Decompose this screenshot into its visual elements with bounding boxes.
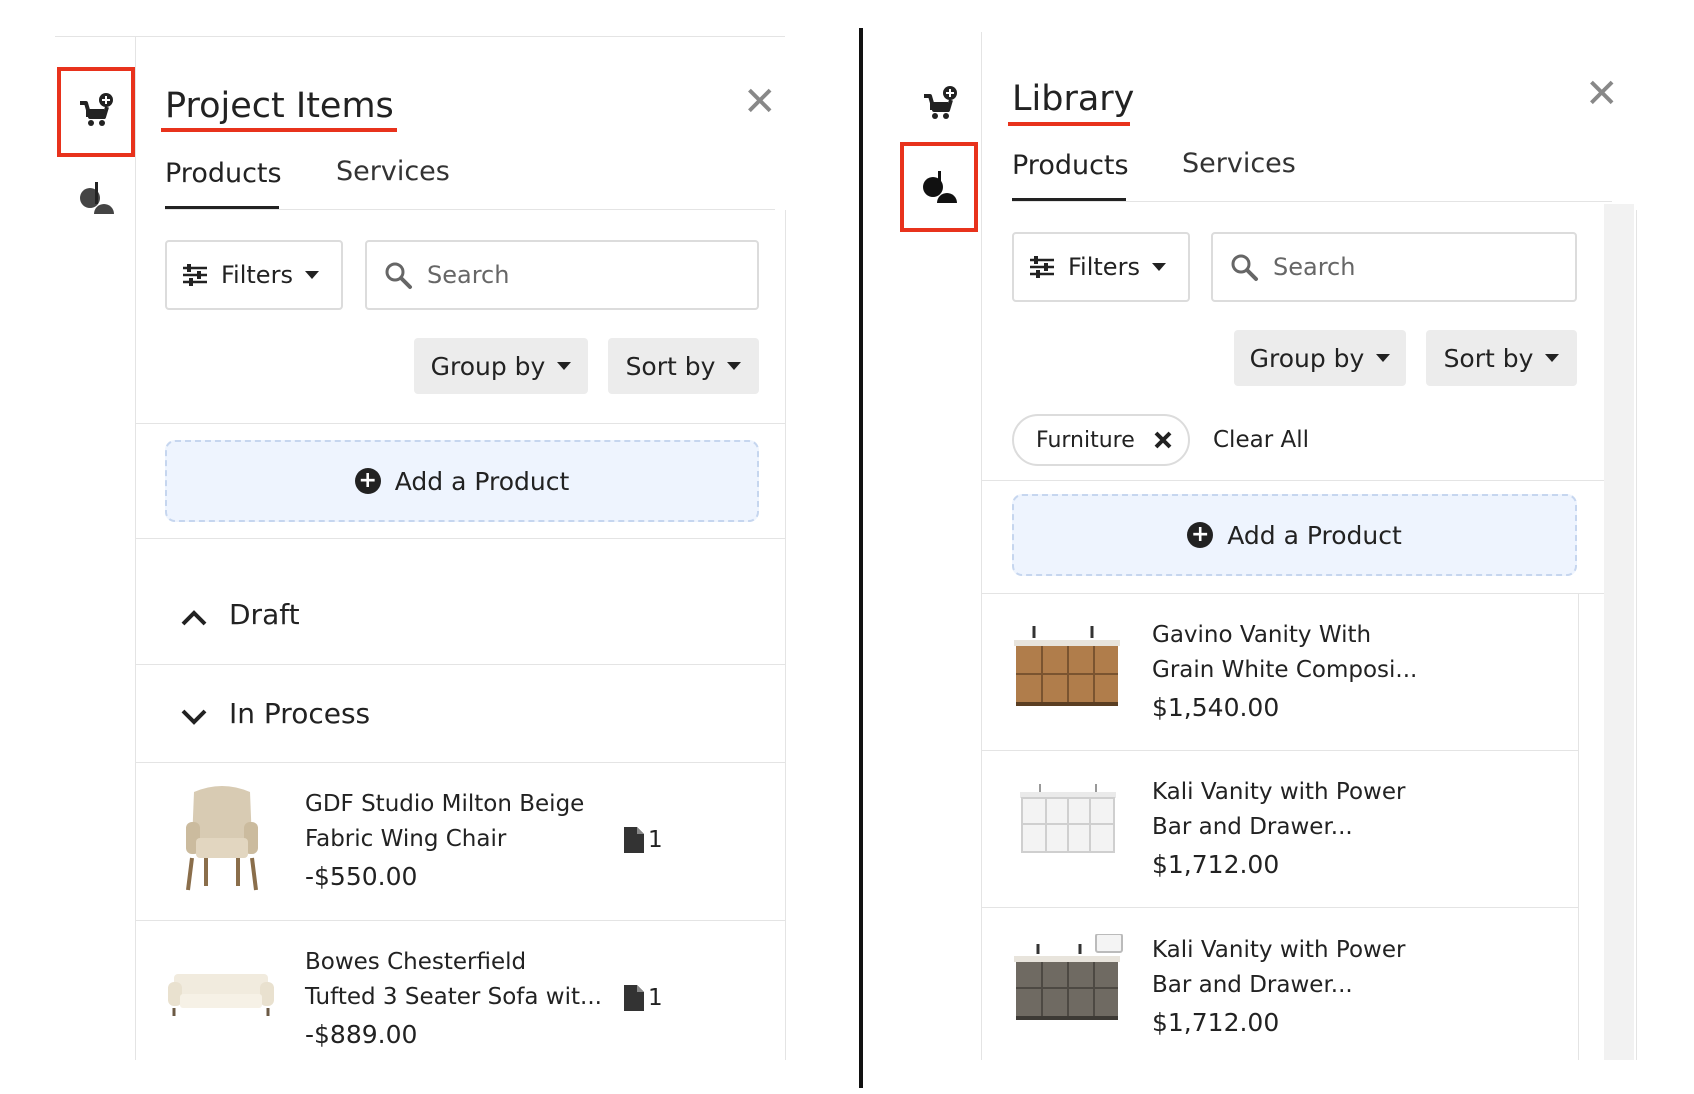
tabs-divider	[1012, 201, 1612, 202]
tab-services[interactable]: Services	[1182, 148, 1296, 179]
chevron-down-icon	[304, 271, 319, 279]
search-icon	[385, 262, 412, 289]
product-thumbnail	[1014, 626, 1120, 706]
product-price: -$550.00	[305, 862, 418, 891]
group-by-button[interactable]: Group by	[414, 338, 588, 394]
search-icon	[1231, 254, 1258, 281]
panel-separator	[859, 28, 863, 1088]
product-name-line2: Fabric Wing Chair	[305, 826, 507, 852]
close-icon[interactable]: ✕	[1585, 74, 1619, 114]
section-divider	[136, 762, 785, 763]
chevron-down-icon	[181, 709, 207, 725]
search-input[interactable]: Search	[1211, 232, 1577, 302]
filters-button[interactable]: Filters	[165, 240, 343, 310]
sort-by-button[interactable]: Sort by	[608, 338, 759, 394]
filters-label: Filters	[1068, 253, 1140, 281]
left-rail-border	[135, 36, 136, 1060]
page-title: Project Items	[165, 86, 394, 126]
product-price: $1,712.00	[1152, 1008, 1280, 1037]
paint-shapes-icon[interactable]	[74, 176, 118, 220]
clear-all-link[interactable]: Clear All	[1213, 427, 1309, 453]
filters-label: Filters	[221, 261, 293, 289]
product-name-line1: Kali Vanity with Power	[1152, 779, 1406, 805]
paint-shapes-icon[interactable]	[917, 165, 961, 209]
group-by-button[interactable]: Group by	[1234, 330, 1406, 386]
product-name-line2: Bar and Drawer...	[1152, 972, 1353, 998]
sort-by-label: Sort by	[1443, 343, 1534, 373]
list-right-border	[1578, 594, 1579, 1060]
item-divider	[136, 920, 785, 921]
tab-products[interactable]: Products	[1012, 150, 1129, 181]
chevron-down-icon	[1376, 354, 1391, 362]
product-price: $1,540.00	[1152, 693, 1280, 722]
cart-add-icon[interactable]	[74, 89, 118, 133]
add-product-button[interactable]: + Add a Product	[165, 440, 759, 522]
section-divider	[136, 664, 785, 665]
add-product-button[interactable]: + Add a Product	[1012, 494, 1577, 576]
chevron-down-icon	[1151, 263, 1166, 271]
product-thumbnail	[168, 974, 274, 1016]
item-divider	[982, 907, 1578, 908]
product-name-line1: Gavino Vanity With	[1152, 622, 1372, 648]
sliders-icon	[1030, 256, 1054, 278]
tab-services[interactable]: Services	[336, 156, 450, 187]
document-count-value: 1	[648, 985, 663, 1011]
sort-by-label: Sort by	[625, 351, 716, 381]
right-edge-border	[1636, 210, 1637, 1060]
close-icon[interactable]	[1153, 430, 1173, 450]
toolbar-divider	[982, 480, 1604, 481]
document-count-value: 1	[648, 827, 663, 853]
filter-chip-furniture[interactable]: Furniture	[1012, 414, 1190, 466]
cart-add-icon[interactable]	[918, 82, 962, 126]
document-icon	[624, 985, 644, 1011]
chevron-up-icon	[181, 610, 207, 626]
tabs-divider	[165, 209, 775, 210]
section-label: Draft	[229, 598, 300, 631]
product-price: $1,712.00	[1152, 850, 1280, 879]
chevron-down-icon	[1545, 354, 1560, 362]
chevron-down-icon	[727, 362, 742, 370]
product-name-line2: Bar and Drawer...	[1152, 814, 1353, 840]
add-divider	[136, 538, 785, 539]
chip-label: Furniture	[1036, 427, 1135, 453]
product-thumbnail	[186, 786, 258, 891]
left-panel-right-border	[785, 210, 786, 1060]
add-divider	[982, 593, 1604, 594]
title-underline	[1008, 122, 1130, 126]
scrollbar[interactable]	[1604, 204, 1634, 1060]
document-count[interactable]: 1	[624, 985, 663, 1011]
left-top-border	[55, 36, 785, 37]
product-name-line1: Bowes Chesterfield	[305, 949, 527, 975]
product-name-line1: Kali Vanity with Power	[1152, 937, 1406, 963]
document-count[interactable]: 1	[624, 827, 663, 853]
chevron-down-icon	[557, 362, 572, 370]
title-underline	[161, 128, 397, 132]
plus-circle-icon: +	[1187, 522, 1214, 548]
add-product-label: Add a Product	[394, 466, 570, 496]
product-price: -$889.00	[305, 1020, 418, 1049]
group-by-label: Group by	[430, 351, 546, 381]
section-label: In Process	[229, 697, 371, 730]
add-product-label: Add a Product	[1227, 520, 1402, 550]
sort-by-button[interactable]: Sort by	[1426, 330, 1577, 386]
group-by-label: Group by	[1249, 343, 1365, 373]
search-placeholder: Search	[427, 261, 510, 289]
document-icon	[624, 827, 644, 853]
product-thumbnail	[1020, 784, 1116, 853]
plus-circle-icon: +	[354, 468, 381, 494]
sliders-icon	[183, 264, 207, 286]
item-divider	[982, 750, 1578, 751]
tab-products[interactable]: Products	[165, 158, 282, 189]
product-name-line2: Grain White Composi...	[1152, 657, 1418, 683]
search-input[interactable]: Search	[365, 240, 759, 310]
search-placeholder: Search	[1273, 253, 1356, 281]
product-name-line2: Tufted 3 Seater Sofa wit...	[305, 984, 602, 1010]
right-rail-border	[981, 32, 982, 1060]
close-icon[interactable]: ✕	[743, 82, 777, 122]
product-thumbnail	[1014, 934, 1123, 1020]
page-title: Library	[1012, 79, 1135, 119]
toolbar-divider	[136, 423, 785, 424]
product-name-line1: GDF Studio Milton Beige	[305, 791, 585, 817]
filters-button[interactable]: Filters	[1012, 232, 1190, 302]
